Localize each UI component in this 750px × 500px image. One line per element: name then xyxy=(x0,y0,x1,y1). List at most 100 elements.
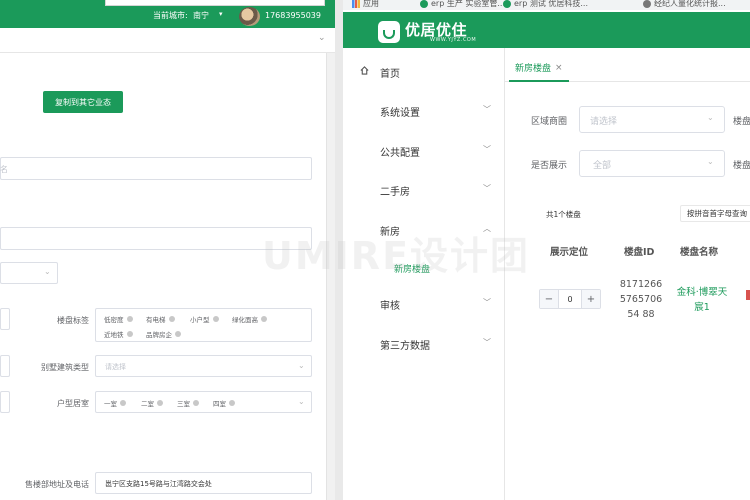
sidebar-item-public-config[interactable]: 公共配置 xyxy=(380,144,420,159)
scrollbar[interactable] xyxy=(326,53,335,500)
close-icon[interactable] xyxy=(126,331,133,337)
chevron-down-icon[interactable]: ⌄ xyxy=(707,157,714,166)
stepper-value[interactable]: 0 xyxy=(559,290,581,308)
action-indicator[interactable] xyxy=(746,290,750,300)
show-filter-label: 是否展示 xyxy=(531,161,568,171)
chevron-down-icon[interactable]: ⌄ xyxy=(298,361,305,370)
chevron-down-icon[interactable]: ﹀ xyxy=(483,183,491,194)
window-divider xyxy=(335,0,343,500)
tags-label: 楼盘标签 xyxy=(57,316,89,325)
chevron-up-icon[interactable]: ︿ xyxy=(483,223,491,234)
left-window: 当前城市: 南宁 ▾ 17683955039 ⌄ 复制到其它业态 名 ⌄ 楼盘标… xyxy=(0,0,335,500)
bookmark-apps[interactable]: 应用 xyxy=(352,0,379,9)
current-city-value[interactable]: 南宁 xyxy=(193,10,209,21)
tag-chip[interactable]: 近地铁 xyxy=(104,329,133,339)
close-icon[interactable] xyxy=(157,400,163,406)
chevron-down-icon[interactable]: ﹀ xyxy=(483,337,491,348)
bookmark-agent-stats[interactable]: 经纪人量化统计报... xyxy=(643,0,726,9)
sidebar-item-second-hand[interactable]: 二手房 xyxy=(380,183,410,198)
site-icon xyxy=(643,0,651,8)
layout-select[interactable] xyxy=(95,391,312,413)
tag-chip[interactable]: 有电梯 xyxy=(146,314,175,324)
villa-type-select[interactable] xyxy=(95,355,312,377)
logo-url: WWW.YJYZ.COM xyxy=(430,37,477,43)
minus-icon[interactable]: − xyxy=(540,290,559,308)
table-cell-name-link[interactable]: 金科·博翠天宸1 xyxy=(676,285,728,315)
room-text: 一室 xyxy=(104,400,117,408)
sidebar-item-system-settings[interactable]: 系统设置 xyxy=(380,104,420,119)
bookmark-erp-test[interactable]: erp 测试 优居科技... xyxy=(503,0,588,9)
close-icon[interactable] xyxy=(126,316,133,322)
cut-off-input[interactable] xyxy=(0,355,10,377)
tag-text: 品牌房企 xyxy=(146,331,172,339)
bookmark-label: 应用 xyxy=(363,0,379,8)
close-icon[interactable]: × xyxy=(555,63,563,73)
site-icon xyxy=(503,0,511,8)
close-icon[interactable] xyxy=(120,400,126,406)
column-header-name: 楼盘名称 xyxy=(680,247,719,258)
chevron-down-icon[interactable]: ▾ xyxy=(219,10,223,18)
bookmark-label: erp 生产 实验室管... xyxy=(431,0,506,8)
sidebar-item-new-house[interactable]: 新房 xyxy=(380,223,400,238)
tab-new-house-projects[interactable]: 新房楼盘 × xyxy=(509,55,569,82)
pinyin-search-button[interactable]: 按拼音首字母查询 xyxy=(680,205,750,222)
tag-chip[interactable]: 品牌房企 xyxy=(146,329,181,339)
villa-type-label: 别墅建筑类型 xyxy=(41,363,89,372)
tag-text: 近地铁 xyxy=(104,331,124,339)
sidebar-item-home[interactable]: 首页 xyxy=(380,65,400,80)
project-filter-label-2: 楼盘 xyxy=(733,161,750,171)
dropdown-edge xyxy=(105,0,325,6)
chevron-down-icon[interactable]: ⌄ xyxy=(707,113,714,122)
chevron-down-icon[interactable]: ⌄ xyxy=(44,267,51,276)
tag-text: 绿化面高 xyxy=(232,316,258,324)
left-topbar xyxy=(0,28,335,53)
tag-chip[interactable]: 小户型 xyxy=(190,314,219,324)
sidebar-item-audit[interactable]: 审核 xyxy=(380,297,400,312)
sidebar-item-third-party[interactable]: 第三方数据 xyxy=(380,337,430,352)
area-filter-label: 区域商圈 xyxy=(531,117,568,127)
room-text: 四室 xyxy=(213,400,226,408)
close-icon[interactable] xyxy=(261,316,267,322)
chevron-down-icon[interactable]: ﹀ xyxy=(483,144,491,155)
name-input[interactable] xyxy=(0,157,312,180)
chevron-down-icon[interactable]: ﹀ xyxy=(483,104,491,115)
bookmark-erp-prod[interactable]: erp 生产 实验室管... xyxy=(420,0,505,9)
cut-off-input[interactable] xyxy=(0,308,10,330)
tab-label: 新房楼盘 xyxy=(515,64,552,74)
avatar[interactable] xyxy=(239,7,260,26)
room-text: 三室 xyxy=(177,400,190,408)
tag-text: 有电梯 xyxy=(146,316,166,324)
sales-office-label: 售楼部地址及电话 xyxy=(25,480,89,489)
table-cell-id: 8171266576570654 88 xyxy=(619,279,663,320)
name-input-placeholder: 名 xyxy=(0,165,8,174)
position-stepper[interactable]: − 0 + xyxy=(539,289,601,309)
chevron-down-icon[interactable]: ⌄ xyxy=(318,33,326,43)
room-text: 二室 xyxy=(141,400,154,408)
bookmark-label: erp 测试 优居科技... xyxy=(514,0,589,8)
room-chip[interactable]: 四室 xyxy=(213,398,235,408)
room-chip[interactable]: 二室 xyxy=(141,398,163,408)
room-chip[interactable]: 一室 xyxy=(104,398,126,408)
tag-text: 低密度 xyxy=(104,316,124,324)
plus-icon[interactable]: + xyxy=(581,290,600,308)
layout-label: 户型居室 xyxy=(57,399,89,408)
cut-off-input[interactable] xyxy=(0,391,10,413)
text-input[interactable] xyxy=(0,227,312,250)
close-icon[interactable] xyxy=(212,316,219,322)
copy-to-other-business-button[interactable]: 复制到其它业态 xyxy=(43,91,123,113)
close-icon[interactable] xyxy=(175,331,181,337)
sidebar-item-new-house-projects[interactable]: 新房楼盘 xyxy=(394,262,430,275)
site-icon xyxy=(420,0,428,8)
close-icon[interactable] xyxy=(229,400,235,406)
bookmark-label: 经纪人量化统计报... xyxy=(654,0,726,8)
user-phone[interactable]: 17683955039 xyxy=(265,11,321,20)
apps-grid-icon xyxy=(352,0,360,8)
chevron-down-icon[interactable]: ⌄ xyxy=(298,397,305,406)
villa-type-placeholder: 请选择 xyxy=(105,363,126,371)
room-chip[interactable]: 三室 xyxy=(177,398,199,408)
close-icon[interactable] xyxy=(193,400,199,406)
tag-chip[interactable]: 绿化面高 xyxy=(232,314,267,324)
chevron-down-icon[interactable]: ﹀ xyxy=(483,297,491,308)
close-icon[interactable] xyxy=(168,316,175,322)
tag-chip[interactable]: 低密度 xyxy=(104,314,133,324)
